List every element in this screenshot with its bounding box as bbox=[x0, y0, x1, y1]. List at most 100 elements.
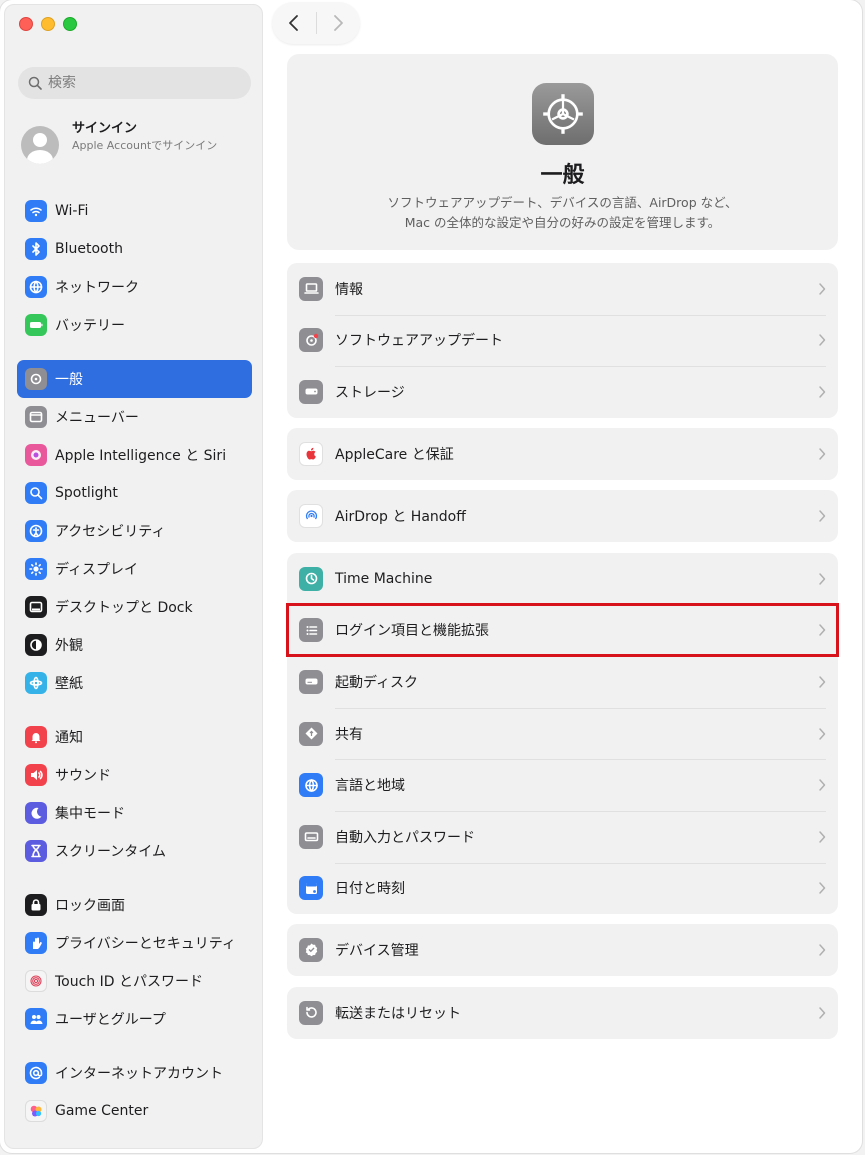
settings-card: AppleCare と保証 bbox=[287, 428, 838, 480]
settings-row-label: デバイス管理 bbox=[335, 942, 419, 959]
sidebar-group: 通知 サウンド 集中モード スクリーンタイム bbox=[17, 718, 252, 870]
battery-icon bbox=[25, 314, 47, 336]
chevron-right-icon bbox=[819, 676, 826, 688]
sidebar-item-label: ネットワーク bbox=[55, 280, 139, 296]
sidebar-item-lock[interactable]: ロック画面 bbox=[17, 886, 252, 924]
sidebar-item-sun[interactable]: ディスプレイ bbox=[17, 550, 252, 588]
account-signin[interactable]: サインイン Apple Accountでサインイン bbox=[21, 117, 251, 181]
settings-row-reset[interactable]: 転送またはリセット bbox=[287, 987, 838, 1039]
sidebar-item-label: バッテリー bbox=[55, 318, 125, 334]
reset-icon bbox=[299, 1000, 323, 1025]
globe-icon bbox=[25, 276, 47, 298]
sidebar-item-fingerprint[interactable]: Touch ID とパスワード bbox=[17, 962, 252, 1000]
settings-row-badge-check[interactable]: デバイス管理 bbox=[287, 924, 838, 976]
settings-row-airdrop[interactable]: AirDrop と Handoff bbox=[287, 490, 838, 542]
page-description-line: ソフトウェアアップデート、デバイスの言語、AirDrop など、 bbox=[387, 195, 738, 210]
sidebar-item-users[interactable]: ユーザとグループ bbox=[17, 1000, 252, 1038]
settings-row-list[interactable]: ログイン項目と機能拡張 bbox=[287, 604, 838, 657]
settings-row-label: 共有 bbox=[335, 726, 363, 743]
sidebar-item-accessibility[interactable]: アクセシビリティ bbox=[17, 512, 252, 550]
chevron-right-icon bbox=[819, 779, 826, 791]
search-icon bbox=[28, 76, 42, 90]
sidebar-item-bell[interactable]: 通知 bbox=[17, 718, 252, 756]
minimize-window-button[interactable] bbox=[41, 17, 55, 31]
settings-row-drive[interactable]: ストレージ bbox=[287, 366, 838, 418]
zoom-window-button[interactable] bbox=[63, 17, 77, 31]
settings-row-gear-badge[interactable]: ソフトウェアアップデート bbox=[287, 314, 838, 367]
sidebar-item-magnifier[interactable]: Spotlight bbox=[17, 474, 252, 512]
sidebar-item-label: 壁紙 bbox=[55, 676, 83, 692]
settings-row-label: 日付と時刻 bbox=[335, 881, 405, 898]
sidebar-item-battery[interactable]: バッテリー bbox=[17, 306, 252, 344]
sidebar-item-at[interactable]: インターネットアカウント bbox=[17, 1054, 252, 1092]
timemachine-icon bbox=[299, 566, 323, 591]
sidebar-item-label: Touch ID とパスワード bbox=[55, 974, 203, 990]
at-icon bbox=[25, 1062, 47, 1084]
wifi-icon bbox=[25, 200, 47, 222]
sidebar-item-menubar[interactable]: メニューバー bbox=[17, 398, 252, 436]
settings-row-label: 転送またはリセット bbox=[335, 1005, 461, 1022]
search-field[interactable] bbox=[18, 67, 251, 99]
settings-row-calendar[interactable]: 日付と時刻 bbox=[287, 862, 838, 915]
sidebar-item-flower[interactable]: 壁紙 bbox=[17, 664, 252, 702]
close-window-button[interactable] bbox=[19, 17, 33, 31]
hourglass-icon bbox=[25, 840, 47, 862]
chevron-right-icon bbox=[819, 882, 826, 895]
settings-card: デバイス管理 bbox=[287, 924, 838, 976]
chevron-right-icon bbox=[819, 334, 826, 347]
chevron-left-icon bbox=[288, 15, 298, 31]
settings-row-language-globe[interactable]: 言語と地域 bbox=[287, 759, 838, 811]
gear-badge-icon bbox=[299, 328, 323, 353]
sidebar-item-hand[interactable]: プライバシーとセキュリティ bbox=[17, 924, 252, 962]
settings-row-keyboard[interactable]: 自動入力とパスワード bbox=[287, 810, 838, 863]
sidebar-item-gear[interactable]: 一般 bbox=[17, 360, 252, 398]
sidebar-item-label: アクセシビリティ bbox=[55, 524, 166, 540]
sidebar-item-hourglass[interactable]: スクリーンタイム bbox=[17, 832, 252, 870]
settings-row-timemachine[interactable]: Time Machine bbox=[287, 553, 838, 605]
settings-row-label: AppleCare と保証 bbox=[335, 446, 454, 463]
settings-window: サインイン Apple Accountでサインイン Wi-Fi Bluetooth… bbox=[0, 0, 862, 1153]
sidebar-item-bluetooth[interactable]: Bluetooth bbox=[17, 230, 252, 268]
sidebar: サインイン Apple Accountでサインイン Wi-Fi Bluetooth… bbox=[4, 4, 263, 1149]
settings-row-startup-disk[interactable]: 起動ディスク bbox=[287, 656, 838, 708]
settings-card: 転送またはリセット bbox=[287, 987, 838, 1039]
sidebar-item-appearance[interactable]: 外観 bbox=[17, 626, 252, 664]
settings-row-apple[interactable]: AppleCare と保証 bbox=[287, 428, 838, 480]
chevron-right-icon bbox=[819, 831, 826, 843]
settings-row-label: ストレージ bbox=[335, 384, 405, 401]
lock-icon bbox=[25, 894, 47, 916]
sidebar-item-siri[interactable]: Apple Intelligence と Siri bbox=[17, 436, 252, 474]
keyboard-icon bbox=[299, 824, 323, 849]
sidebar-item-label: Spotlight bbox=[55, 485, 118, 501]
settings-row-sharing[interactable]: 共有 bbox=[287, 707, 838, 760]
language-globe-icon bbox=[299, 773, 323, 798]
sidebar-item-wifi[interactable]: Wi-Fi bbox=[17, 192, 252, 230]
sidebar-item-gamecenter[interactable]: Game Center bbox=[17, 1092, 252, 1130]
settings-row-laptop[interactable]: 情報 bbox=[287, 263, 838, 315]
forward-button[interactable] bbox=[316, 2, 360, 44]
sidebar-item-label: Wi-Fi bbox=[55, 203, 89, 219]
sun-icon bbox=[25, 558, 47, 580]
sidebar-item-speaker[interactable]: サウンド bbox=[17, 756, 252, 794]
list-icon bbox=[299, 618, 323, 643]
settings-row-label: AirDrop と Handoff bbox=[335, 508, 466, 525]
speaker-icon bbox=[25, 764, 47, 786]
magnifier-icon bbox=[25, 482, 47, 504]
sidebar-item-label: 外観 bbox=[55, 638, 83, 654]
settings-row-label: 自動入力とパスワード bbox=[335, 829, 475, 846]
chevron-right-icon bbox=[819, 448, 826, 460]
sidebar-item-label: ロック画面 bbox=[55, 898, 125, 914]
page-description-line: Mac の全体的な設定や自分の好みの設定を管理します。 bbox=[404, 215, 721, 230]
sidebar-item-label: ディスプレイ bbox=[55, 562, 139, 578]
search-input[interactable] bbox=[48, 75, 228, 91]
sidebar-item-moon[interactable]: 集中モード bbox=[17, 794, 252, 832]
hand-icon bbox=[25, 932, 47, 954]
sidebar-item-dock[interactable]: デスクトップと Dock bbox=[17, 588, 252, 626]
sidebar-item-globe[interactable]: ネットワーク bbox=[17, 268, 252, 306]
sidebar-item-label: デスクトップと Dock bbox=[55, 600, 193, 616]
sidebar-group: インターネットアカウント Game Center bbox=[17, 1054, 252, 1130]
back-button[interactable] bbox=[272, 2, 316, 44]
settings-row-label: 起動ディスク bbox=[335, 674, 419, 691]
sidebar-item-label: ユーザとグループ bbox=[55, 1012, 166, 1028]
fingerprint-icon bbox=[25, 970, 47, 992]
